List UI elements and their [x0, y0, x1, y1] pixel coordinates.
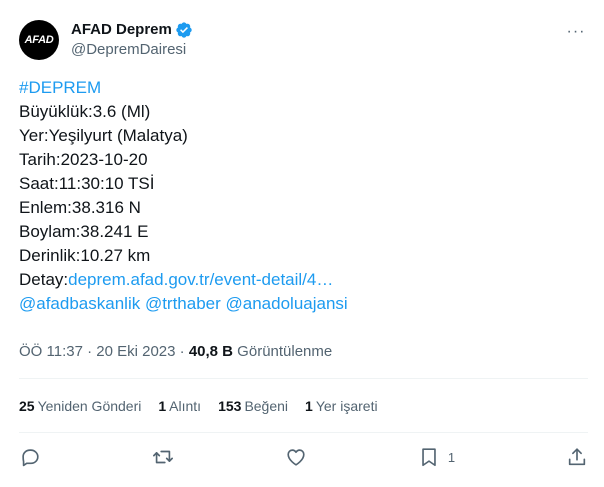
timestamp[interactable]: ÖÖ 11:37 · 20 Eki 2023 ·: [19, 343, 189, 360]
stat-count: 153: [218, 398, 242, 414]
stat-count: 25: [19, 398, 35, 414]
tweet-line-magnitude: Büyüklük:3.6 (Ml): [19, 102, 151, 121]
divider: [19, 432, 588, 433]
tweet-line-location: Yer:Yeşilyurt (Malatya): [19, 126, 188, 145]
bookmark-button[interactable]: 1: [418, 446, 455, 468]
like-button[interactable]: [285, 446, 307, 468]
tweet-line-date: Tarih:2023-10-20: [19, 150, 148, 169]
stat-count: 1: [305, 398, 313, 414]
detail-link[interactable]: deprem.afad.gov.tr/event-detail/4…: [68, 270, 333, 289]
tweet-line-detail: Detay:deprem.afad.gov.tr/event-detail/4…: [19, 268, 588, 292]
reply-icon: [22, 449, 39, 467]
views-count: 40,8 B: [188, 343, 234, 360]
tweet-detail: AFAD AFAD Deprem @DepremDairesi ··· #DEP…: [0, 0, 604, 487]
stat-label: Yeniden Gönderi: [37, 398, 142, 414]
stat-label: Yer işareti: [315, 398, 378, 414]
verified-badge-icon[interactable]: [175, 21, 193, 39]
avatar[interactable]: AFAD: [19, 20, 59, 60]
display-name-row: AFAD Deprem: [71, 20, 193, 40]
bookmark-icon: [422, 448, 436, 467]
stat-likes[interactable]: 153 Beğeni: [218, 396, 288, 416]
detail-label: Detay:: [19, 270, 69, 289]
views-label: Görüntülenme: [233, 343, 333, 360]
tweet-header: AFAD AFAD Deprem @DepremDairesi ···: [19, 18, 588, 62]
stat-label: Beğeni: [244, 398, 289, 414]
avatar-logo-text: AFAD: [24, 34, 54, 46]
mentions-link[interactable]: @afadbaskanlik @trthaber @anadoluajansi: [19, 292, 588, 316]
author-names: AFAD Deprem @DepremDairesi: [71, 20, 193, 60]
action-bar: 1: [19, 444, 588, 470]
bookmark-count: 1: [447, 449, 456, 465]
more-options-icon[interactable]: ···: [566, 22, 586, 42]
repost-icon: [152, 450, 173, 464]
stat-label: Alıntı: [169, 398, 202, 414]
tweet-meta: ÖÖ 11:37 · 20 Eki 2023 · 40,8 B Görüntül…: [19, 342, 332, 362]
display-name[interactable]: AFAD Deprem: [71, 20, 172, 40]
tweet-line-latitude: Enlem:38.316 N: [19, 198, 141, 217]
tweet-line-longitude: Boylam:38.241 E: [19, 222, 149, 241]
share-icon: [568, 448, 586, 466]
stat-bookmarks[interactable]: 1 Yer işareti: [305, 396, 378, 416]
tweet-text: #DEPREM Büyüklük:3.6 (Ml) Yer:Yeşilyurt …: [19, 76, 588, 316]
repost-button[interactable]: [152, 446, 174, 468]
stat-quotes[interactable]: 1 Alıntı: [158, 396, 201, 416]
divider: [19, 378, 588, 379]
engagement-stats: 25 Yeniden Gönderi 1 Alıntı 153 Beğeni 1 Yer…: [19, 396, 395, 416]
tweet-line-time: Saat:11:30:10 TSİ: [19, 174, 155, 193]
stat-count: 1: [158, 398, 167, 414]
stat-reposts[interactable]: 25 Yeniden Gönderi: [19, 396, 141, 416]
tweet-line-depth: Derinlik:10.27 km: [19, 246, 151, 265]
share-button[interactable]: [566, 446, 588, 468]
heart-icon: [287, 449, 305, 466]
hashtag-link[interactable]: #DEPREM: [19, 76, 588, 100]
handle[interactable]: @DepremDairesi: [71, 40, 193, 60]
reply-button[interactable]: [19, 446, 41, 468]
